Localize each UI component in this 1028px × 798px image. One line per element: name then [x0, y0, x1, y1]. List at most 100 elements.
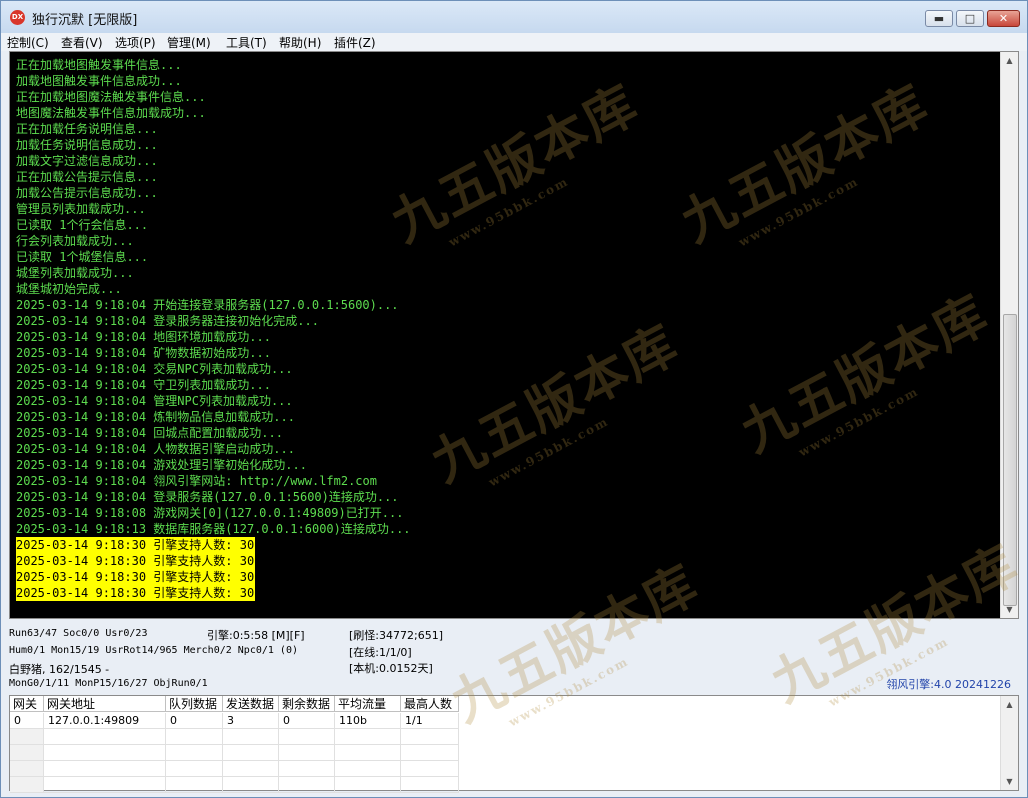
app-window: DX 独行沉默 [无限版] ▬ □ ✕ 控制(C) 查看(V) 选项(P) 管理… — [0, 0, 1028, 798]
log-line: 2025-03-14 9:18:04 登录服务器(127.0.0.1:5600)… — [16, 490, 399, 504]
log-line: 正在加载地图触发事件信息... — [16, 58, 182, 72]
empty-cell — [401, 729, 459, 745]
empty-cell — [335, 745, 401, 761]
log-line: 2025-03-14 9:18:04 游戏处理引擎初始化成功... — [16, 458, 307, 472]
log-line-highlighted: 2025-03-14 9:18:30 引擎支持人数: 30 — [16, 569, 256, 585]
console-scrollbar[interactable]: ▲ ▼ — [1000, 52, 1018, 618]
log-line: 2025-03-14 9:18:04 人物数据引擎启动成功... — [16, 442, 295, 456]
cell-gate: 0 — [10, 713, 44, 729]
scroll-up-icon[interactable]: ▲ — [1001, 52, 1018, 69]
cell-remaining: 0 — [279, 713, 335, 729]
table-scrollbar[interactable]: ▲ ▼ — [1000, 696, 1018, 790]
status-hum: Hum0/1 Mon15/19 UsrRot14/965 Merch0/2 Np… — [9, 645, 298, 656]
log-line: 正在加载地图魔法触发事件信息... — [16, 90, 206, 104]
status-mon: MonG0/1/11 MonP15/16/27 ObjRun0/1 — [9, 678, 208, 689]
menu-bar: 控制(C) 查看(V) 选项(P) 管理(M) 工具(T) 帮助(H) 插件(Z… — [1, 33, 1027, 51]
empty-cell — [223, 745, 279, 761]
empty-cell — [166, 777, 223, 793]
log-output: 正在加载地图触发事件信息... 加载地图触发事件信息成功... 正在加载地图魔法触发… — [10, 52, 1000, 618]
status-online: [在线:1/1/0] — [349, 646, 412, 659]
gate-table[interactable]: 网关 网关地址 队列数据 发送数据 剩余数据 平均流量 最高人数 0 127.0… — [9, 695, 1019, 793]
empty-cell — [401, 777, 459, 793]
col-queue[interactable]: 队列数据 — [166, 696, 223, 712]
log-line: 正在加载公告提示信息... — [16, 170, 158, 184]
empty-cell — [401, 761, 459, 777]
log-line: 2025-03-14 9:18:04 开始连接登录服务器(127.0.0.1:5… — [16, 298, 399, 312]
status-monster: 白野猪, 162/1545 - — [9, 663, 110, 676]
empty-cell — [10, 777, 44, 793]
status-panel: Run63/47 Soc0/0 Usr0/23 引擎:0:5:58 [M][F]… — [9, 623, 1021, 693]
empty-cell — [335, 729, 401, 745]
log-line: 2025-03-14 9:18:04 矿物数据初始成功... — [16, 346, 271, 360]
log-line: 行会列表加载成功... — [16, 234, 134, 248]
col-remaining[interactable]: 剩余数据 — [279, 696, 335, 712]
scroll-up-icon[interactable]: ▲ — [1001, 696, 1018, 713]
log-line: 加载公告提示信息成功... — [16, 186, 158, 200]
log-line: 正在加载任务说明信息... — [16, 122, 158, 136]
scroll-thumb[interactable] — [1003, 314, 1017, 606]
menu-plugins[interactable]: 插件(Z) — [334, 34, 376, 51]
status-refresh: [刷怪:34772;651] — [349, 629, 443, 642]
empty-cell — [279, 777, 335, 793]
cell-address: 127.0.0.1:49809 — [44, 713, 166, 729]
scroll-down-icon[interactable]: ▼ — [1001, 773, 1018, 790]
log-line: 加载文字过滤信息成功... — [16, 154, 158, 168]
log-line: 管理员列表加载成功... — [16, 202, 146, 216]
log-line: 2025-03-14 9:18:04 地图环境加载成功... — [16, 330, 271, 344]
empty-cell — [44, 729, 166, 745]
empty-cell — [279, 745, 335, 761]
col-max-users[interactable]: 最高人数 — [401, 696, 459, 712]
log-line: 加载任务说明信息成功... — [16, 138, 158, 152]
log-line-highlighted: 2025-03-14 9:18:30 引擎支持人数: 30 — [16, 537, 256, 553]
col-gate[interactable]: 网关 — [10, 696, 44, 712]
window-title: 独行沉默 [无限版] — [32, 13, 138, 28]
app-icon: DX — [10, 10, 25, 25]
log-line: 2025-03-14 9:18:04 管理NPC列表加载成功... — [16, 394, 293, 408]
menu-manage[interactable]: 管理(M) — [167, 34, 211, 51]
cell-traffic: 110b — [335, 713, 401, 729]
menu-control[interactable]: 控制(C) — [7, 34, 49, 51]
empty-cell — [10, 761, 44, 777]
engine-version: 翎风引擎:4.0 20241226 — [886, 678, 1011, 691]
log-line: 2025-03-14 9:18:08 游戏网关[0](127.0.0.1:498… — [16, 506, 404, 520]
empty-cell — [44, 745, 166, 761]
close-button[interactable]: ✕ — [987, 10, 1020, 27]
menu-options[interactable]: 选项(P) — [115, 34, 156, 51]
empty-cell — [10, 729, 44, 745]
maximize-button[interactable]: □ — [956, 10, 984, 27]
empty-cell — [401, 745, 459, 761]
log-line: 2025-03-14 9:18:04 翎风引擎网站: http://www.lf… — [16, 474, 377, 488]
log-line: 地图魔法触发事件信息加载成功... — [16, 106, 206, 120]
log-line: 2025-03-14 9:18:04 回城点配置加载成功... — [16, 426, 283, 440]
scroll-down-icon[interactable]: ▼ — [1001, 601, 1018, 618]
log-line-highlighted: 2025-03-14 9:18:30 引擎支持人数: 30 — [16, 553, 256, 569]
log-line: 城堡城初始完成... — [16, 282, 122, 296]
empty-cell — [335, 761, 401, 777]
empty-cell — [44, 777, 166, 793]
col-traffic[interactable]: 平均流量 — [335, 696, 401, 712]
log-line: 已读取 1个行会信息... — [16, 218, 149, 232]
cell-max-users: 1/1 — [401, 713, 459, 729]
empty-cell — [223, 761, 279, 777]
cell-sent: 3 — [223, 713, 279, 729]
empty-cell — [166, 761, 223, 777]
empty-cell — [335, 777, 401, 793]
col-sent[interactable]: 发送数据 — [223, 696, 279, 712]
title-bar[interactable]: DX 独行沉默 [无限版] ▬ □ ✕ — [1, 1, 1027, 34]
log-line: 2025-03-14 9:18:04 炼制物品信息加载成功... — [16, 410, 295, 424]
log-line: 2025-03-14 9:18:04 登录服务器连接初始化完成... — [16, 314, 319, 328]
menu-tools[interactable]: 工具(T) — [226, 34, 267, 51]
status-local: [本机:0.0152天] — [349, 662, 433, 675]
menu-help[interactable]: 帮助(H) — [279, 34, 321, 51]
minimize-button[interactable]: ▬ — [925, 10, 953, 27]
col-address[interactable]: 网关地址 — [44, 696, 166, 712]
empty-cell — [166, 745, 223, 761]
log-console[interactable]: 正在加载地图触发事件信息... 加载地图触发事件信息成功... 正在加载地图魔法触发… — [9, 51, 1019, 619]
menu-view[interactable]: 查看(V) — [61, 34, 103, 51]
empty-cell — [279, 761, 335, 777]
empty-cell — [10, 745, 44, 761]
empty-cell — [166, 729, 223, 745]
empty-cell — [44, 761, 166, 777]
status-engine: 引擎:0:5:58 [M][F] — [207, 629, 305, 642]
log-line: 2025-03-14 9:18:04 守卫列表加载成功... — [16, 378, 271, 392]
